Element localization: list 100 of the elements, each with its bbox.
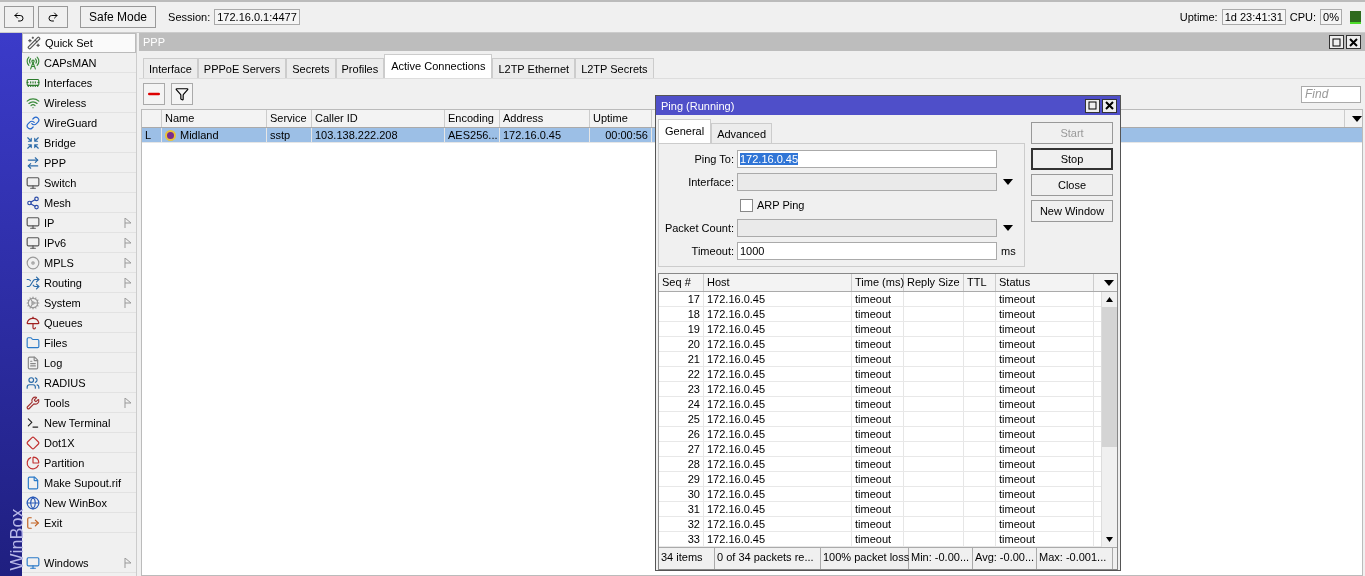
table-cell: timeout bbox=[996, 412, 1094, 426]
column-header[interactable]: Status bbox=[996, 274, 1094, 291]
column-header[interactable]: Reply Size bbox=[904, 274, 964, 291]
menu-item[interactable]: RADIUS bbox=[22, 373, 136, 393]
menu-item[interactable]: CAPsMAN bbox=[22, 53, 136, 73]
menu-item[interactable]: IP bbox=[22, 213, 136, 233]
packet-count-field[interactable] bbox=[737, 219, 997, 237]
table-cell: timeout bbox=[852, 502, 904, 516]
table-cell: 00:00:56 bbox=[590, 128, 652, 142]
column-header[interactable]: Seq # bbox=[659, 274, 704, 291]
window-title: Ping (Running) bbox=[661, 99, 735, 112]
restore-button[interactable] bbox=[1085, 98, 1100, 113]
menu-item[interactable]: IPv6 bbox=[22, 233, 136, 253]
menu-item[interactable]: Mesh bbox=[22, 193, 136, 213]
menu-item[interactable]: Quick Set bbox=[22, 33, 136, 53]
table-cell: timeout bbox=[852, 367, 904, 381]
filter-button[interactable] bbox=[171, 83, 193, 105]
action-button[interactable]: Stop bbox=[1031, 148, 1113, 170]
menu-item[interactable]: New WinBox bbox=[22, 493, 136, 513]
dropdown-caret-icon[interactable] bbox=[1103, 279, 1114, 286]
column-header[interactable]: Name bbox=[162, 110, 267, 127]
dropdown-caret-icon[interactable] bbox=[1351, 115, 1362, 122]
dropdown-caret-icon[interactable] bbox=[1003, 225, 1013, 231]
terminal-icon bbox=[26, 415, 40, 430]
interface-field[interactable] bbox=[737, 173, 997, 191]
menu-item[interactable]: Switch bbox=[22, 173, 136, 193]
ping-to-field[interactable]: 172.16.0.45 bbox=[737, 150, 997, 168]
tab[interactable]: L2TP Ethernet bbox=[492, 58, 576, 78]
table-cell: 19 bbox=[659, 322, 704, 336]
menu-item[interactable]: MPLS bbox=[22, 253, 136, 273]
menu-item[interactable]: System bbox=[22, 293, 136, 313]
globe-icon bbox=[26, 495, 40, 510]
menu-item[interactable]: Wireless bbox=[22, 93, 136, 113]
table-cell: 172.16.0.45 bbox=[704, 322, 852, 336]
menu-item[interactable]: Make Supout.rif bbox=[22, 473, 136, 493]
session-field[interactable]: 172.16.0.1:4477 bbox=[214, 9, 300, 25]
find-field[interactable]: Find bbox=[1301, 85, 1361, 103]
table-cell: timeout bbox=[852, 427, 904, 441]
menu-item[interactable]: Exit bbox=[22, 513, 136, 533]
table-cell: 20 bbox=[659, 337, 704, 351]
undo-button[interactable] bbox=[4, 6, 34, 28]
menu-item[interactable]: Interfaces bbox=[22, 73, 136, 93]
column-header[interactable]: Encoding bbox=[445, 110, 500, 127]
column-header[interactable]: Caller ID bbox=[312, 110, 445, 127]
folder-icon bbox=[26, 335, 40, 350]
submenu-arrow-icon bbox=[124, 237, 132, 248]
menu-item[interactable]: Tools bbox=[22, 393, 136, 413]
tab[interactable]: Secrets bbox=[286, 58, 336, 78]
checkbox[interactable] bbox=[740, 198, 753, 212]
menu-item[interactable]: Queues bbox=[22, 313, 136, 333]
scroll-up-icon[interactable] bbox=[1106, 297, 1113, 302]
table-cell: sstp bbox=[267, 128, 312, 142]
restore-button[interactable] bbox=[1329, 35, 1344, 49]
action-button[interactable]: New Window bbox=[1031, 200, 1113, 222]
menu-item[interactable]: Dot1X bbox=[22, 433, 136, 453]
action-button[interactable]: Close bbox=[1031, 174, 1113, 196]
table-cell: timeout bbox=[852, 532, 904, 546]
tab[interactable]: Advanced bbox=[711, 123, 773, 143]
menu-item[interactable]: Bridge bbox=[22, 133, 136, 153]
remove-button[interactable] bbox=[143, 83, 165, 105]
menu-item[interactable]: New Terminal bbox=[22, 413, 136, 433]
table-cell: timeout bbox=[996, 427, 1094, 441]
menu-item[interactable]: Partition bbox=[22, 453, 136, 473]
tab[interactable]: PPPoE Servers bbox=[197, 58, 287, 78]
close-button[interactable] bbox=[1346, 35, 1361, 49]
close-button[interactable] bbox=[1102, 98, 1117, 113]
submenu-arrow-icon bbox=[124, 277, 132, 288]
menu-item[interactable]: WireGuard bbox=[22, 113, 136, 133]
table-cell: timeout bbox=[996, 457, 1094, 471]
tab[interactable]: Active Connections bbox=[384, 54, 493, 78]
user-icon bbox=[165, 129, 176, 141]
column-header[interactable]: TTL bbox=[964, 274, 996, 291]
menu-item[interactable]: Log bbox=[22, 353, 136, 373]
redo-button[interactable] bbox=[38, 6, 68, 28]
scrollbar[interactable] bbox=[1101, 292, 1117, 547]
status-text: 34 items bbox=[659, 548, 715, 569]
table-cell: 23 bbox=[659, 382, 704, 396]
column-header[interactable]: Service bbox=[267, 110, 312, 127]
tab[interactable]: L2TP Secrets bbox=[575, 58, 654, 78]
tab[interactable]: Interface bbox=[143, 58, 198, 78]
safe-mode-button[interactable]: Safe Mode bbox=[80, 6, 157, 28]
table-cell: timeout bbox=[996, 397, 1094, 411]
menu-item[interactable]: PPP bbox=[22, 153, 136, 173]
table-cell: 172.16.0.45 bbox=[704, 397, 852, 411]
column-header[interactable]: Uptime bbox=[590, 110, 652, 127]
menu-item[interactable]: Files bbox=[22, 333, 136, 353]
wrench-icon bbox=[26, 395, 40, 410]
menu-item[interactable]: Routing bbox=[22, 273, 136, 293]
column-header[interactable]: Time (ms) bbox=[852, 274, 904, 291]
table-cell: timeout bbox=[852, 292, 904, 306]
dropdown-caret-icon[interactable] bbox=[1003, 179, 1013, 185]
menu-item[interactable]: Windows bbox=[22, 553, 136, 573]
table-cell: timeout bbox=[996, 382, 1094, 396]
column-header[interactable]: Host bbox=[704, 274, 852, 291]
scroll-down-icon[interactable] bbox=[1106, 537, 1113, 542]
timeout-field[interactable]: 1000 bbox=[737, 242, 997, 260]
tab[interactable]: Profiles bbox=[335, 58, 385, 78]
table-cell: timeout bbox=[996, 292, 1094, 306]
column-header[interactable]: Address bbox=[500, 110, 590, 127]
tab[interactable]: General bbox=[658, 119, 712, 143]
